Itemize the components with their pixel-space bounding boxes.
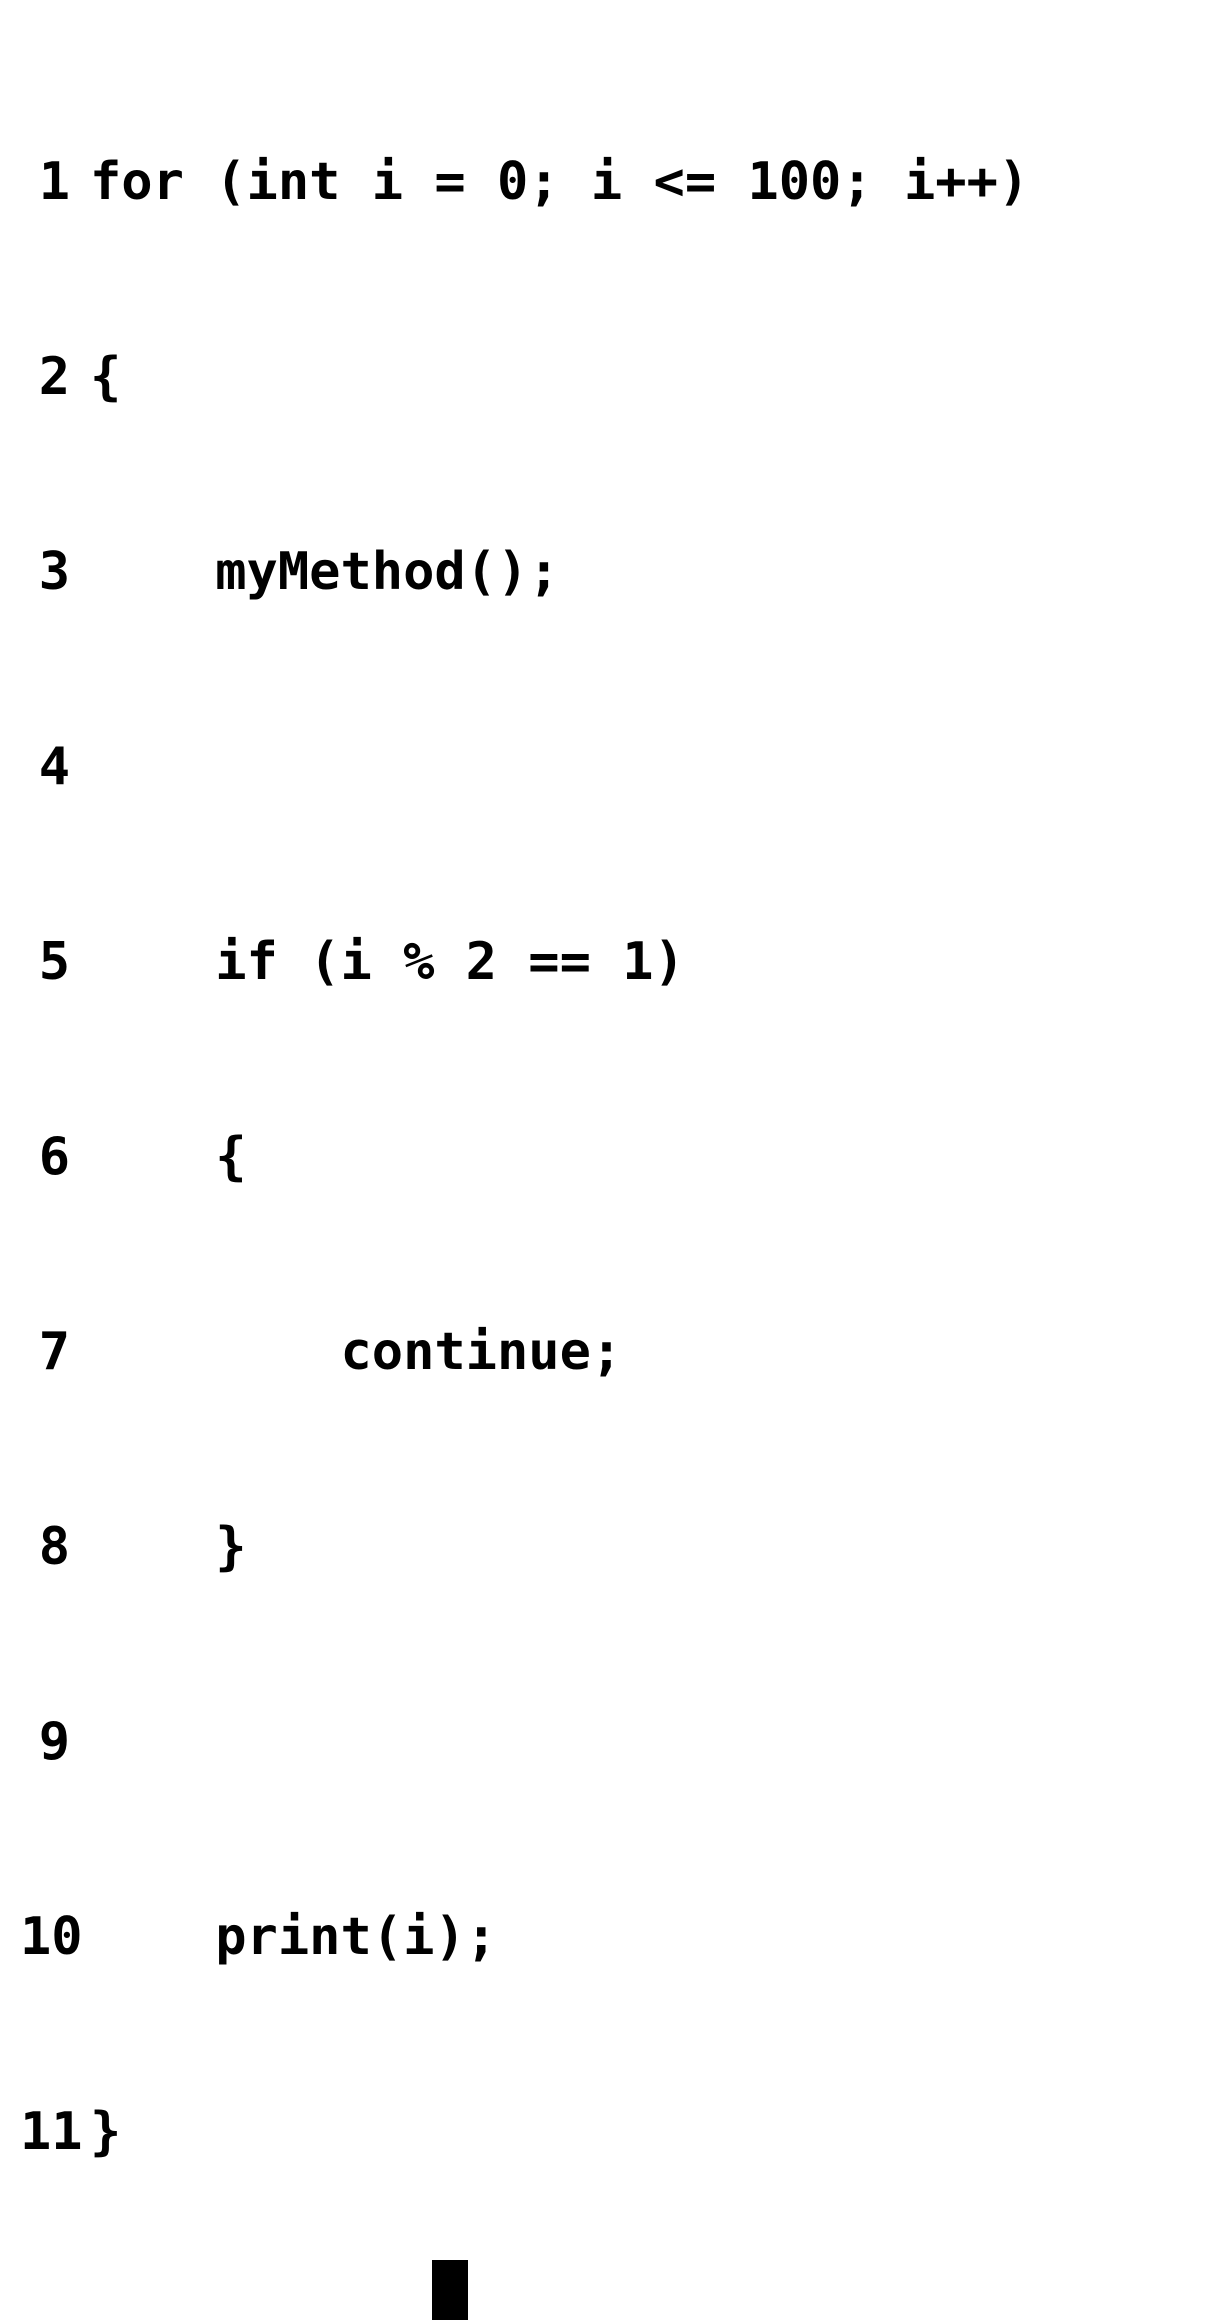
line-number: 11 [20,2100,90,2165]
code-text: if (i % 2 == 1) [90,930,685,995]
code-line: 7 continue; [20,1320,1188,1385]
line-number: 4 [20,735,90,800]
code-line: 4 [20,735,1188,800]
line-number: 3 [20,540,90,605]
code-line: 5 if (i % 2 == 1) [20,930,1188,995]
line-number: 2 [20,345,90,410]
code-line: 2 { [20,345,1188,410]
line-number: 5 [20,930,90,995]
line-number: 1 [20,150,90,215]
code-text: { [90,345,121,410]
code-line: 11 } [20,2100,1188,2165]
code-text: for (int i = 0; i <= 100; i++) [90,150,1029,215]
code-line: 1 for (int i = 0; i <= 100; i++) [20,150,1188,215]
code-line: 8 } [20,1515,1188,1580]
line-number: 8 [20,1515,90,1580]
code-text: myMethod(); [90,540,560,605]
code-line: 9 [20,1710,1188,1775]
code-text: } [90,2100,121,2165]
code-line: 6 { [20,1125,1188,1190]
line-number: 10 [20,1905,90,1970]
arrow-zone: 解析为AST Token向量 [20,2260,1188,2320]
line-number: 7 [20,1320,90,1385]
code-line: 10 print(i); [20,1905,1188,1970]
code-line: 3 myMethod(); [20,540,1188,605]
line-number: 9 [20,1710,90,1775]
code-text: print(i); [90,1905,497,1970]
code-text: } [90,1515,247,1580]
code-text: { [90,1125,247,1190]
code-block: 1 for (int i = 0; i <= 100; i++) 2 { 3 m… [20,20,1188,2230]
code-text: continue; [90,1320,622,1385]
down-arrow-icon [400,2260,500,2320]
line-number: 6 [20,1125,90,1190]
